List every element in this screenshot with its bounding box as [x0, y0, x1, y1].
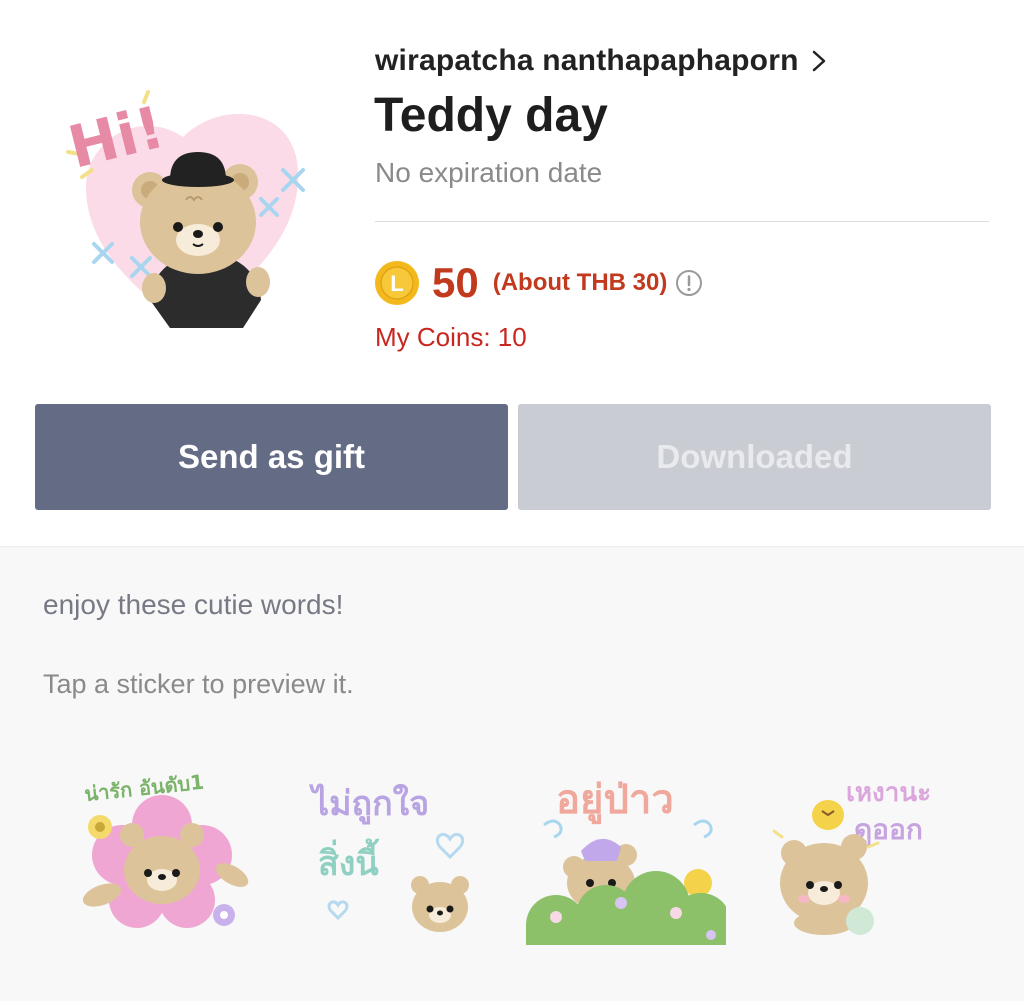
svg-text:ไม่ถูกใจ: ไม่ถูกใจ [309, 783, 429, 825]
sticker-header: Hi! wirapatcha nanthapaphaporn Teddy day… [0, 0, 1024, 546]
price-approx: (About THB 30) [492, 269, 668, 296]
sticker-thumbnail-4[interactable]: เหงานะ ดูออก [764, 765, 964, 945]
expiry-text: No expiration date [375, 157, 603, 188]
pack-title: Teddy day [374, 89, 608, 142]
price-row: L 50 (About THB 30) [374, 258, 703, 308]
pack-description: enjoy these cutie words! [43, 589, 344, 620]
line-coin-icon: L [374, 260, 420, 306]
downloaded-button: Downloaded [518, 404, 991, 510]
svg-text:สิ่งนี้: สิ่งนี้ [318, 838, 379, 884]
main-sticker-image: Hi! [58, 82, 320, 344]
sticker-thumbnail-2[interactable]: ไม่ถูกใจ สิ่งนี้ [300, 765, 500, 945]
svg-text:อยู่ป่าว: อยู่ป่าว [556, 777, 674, 824]
send-as-gift-button[interactable]: Send as gift [35, 404, 508, 510]
my-coins-balance: My Coins: 10 [375, 322, 527, 352]
pack-details: enjoy these cutie words! Tap a sticker t… [0, 546, 1024, 1001]
svg-text:L: L [390, 271, 403, 296]
preview-hint: Tap a sticker to preview it. [43, 669, 354, 699]
author-name: wirapatcha nanthapaphaporn [375, 44, 799, 77]
price-amount: 50 [432, 259, 479, 306]
svg-text:น่ารัก อันดับ1: น่ารัก อันดับ1 [83, 770, 205, 806]
divider [375, 221, 989, 222]
sticker-thumbnail-1[interactable]: น่ารัก อันดับ1 [62, 765, 262, 945]
svg-text:เหงานะ: เหงานะ [846, 778, 931, 808]
info-icon[interactable] [675, 269, 703, 297]
author-link[interactable]: wirapatcha nanthapaphaporn [375, 44, 827, 78]
sticker-thumbnail-3[interactable]: อยู่ป่าว [526, 765, 726, 945]
chevron-right-icon [811, 50, 827, 72]
